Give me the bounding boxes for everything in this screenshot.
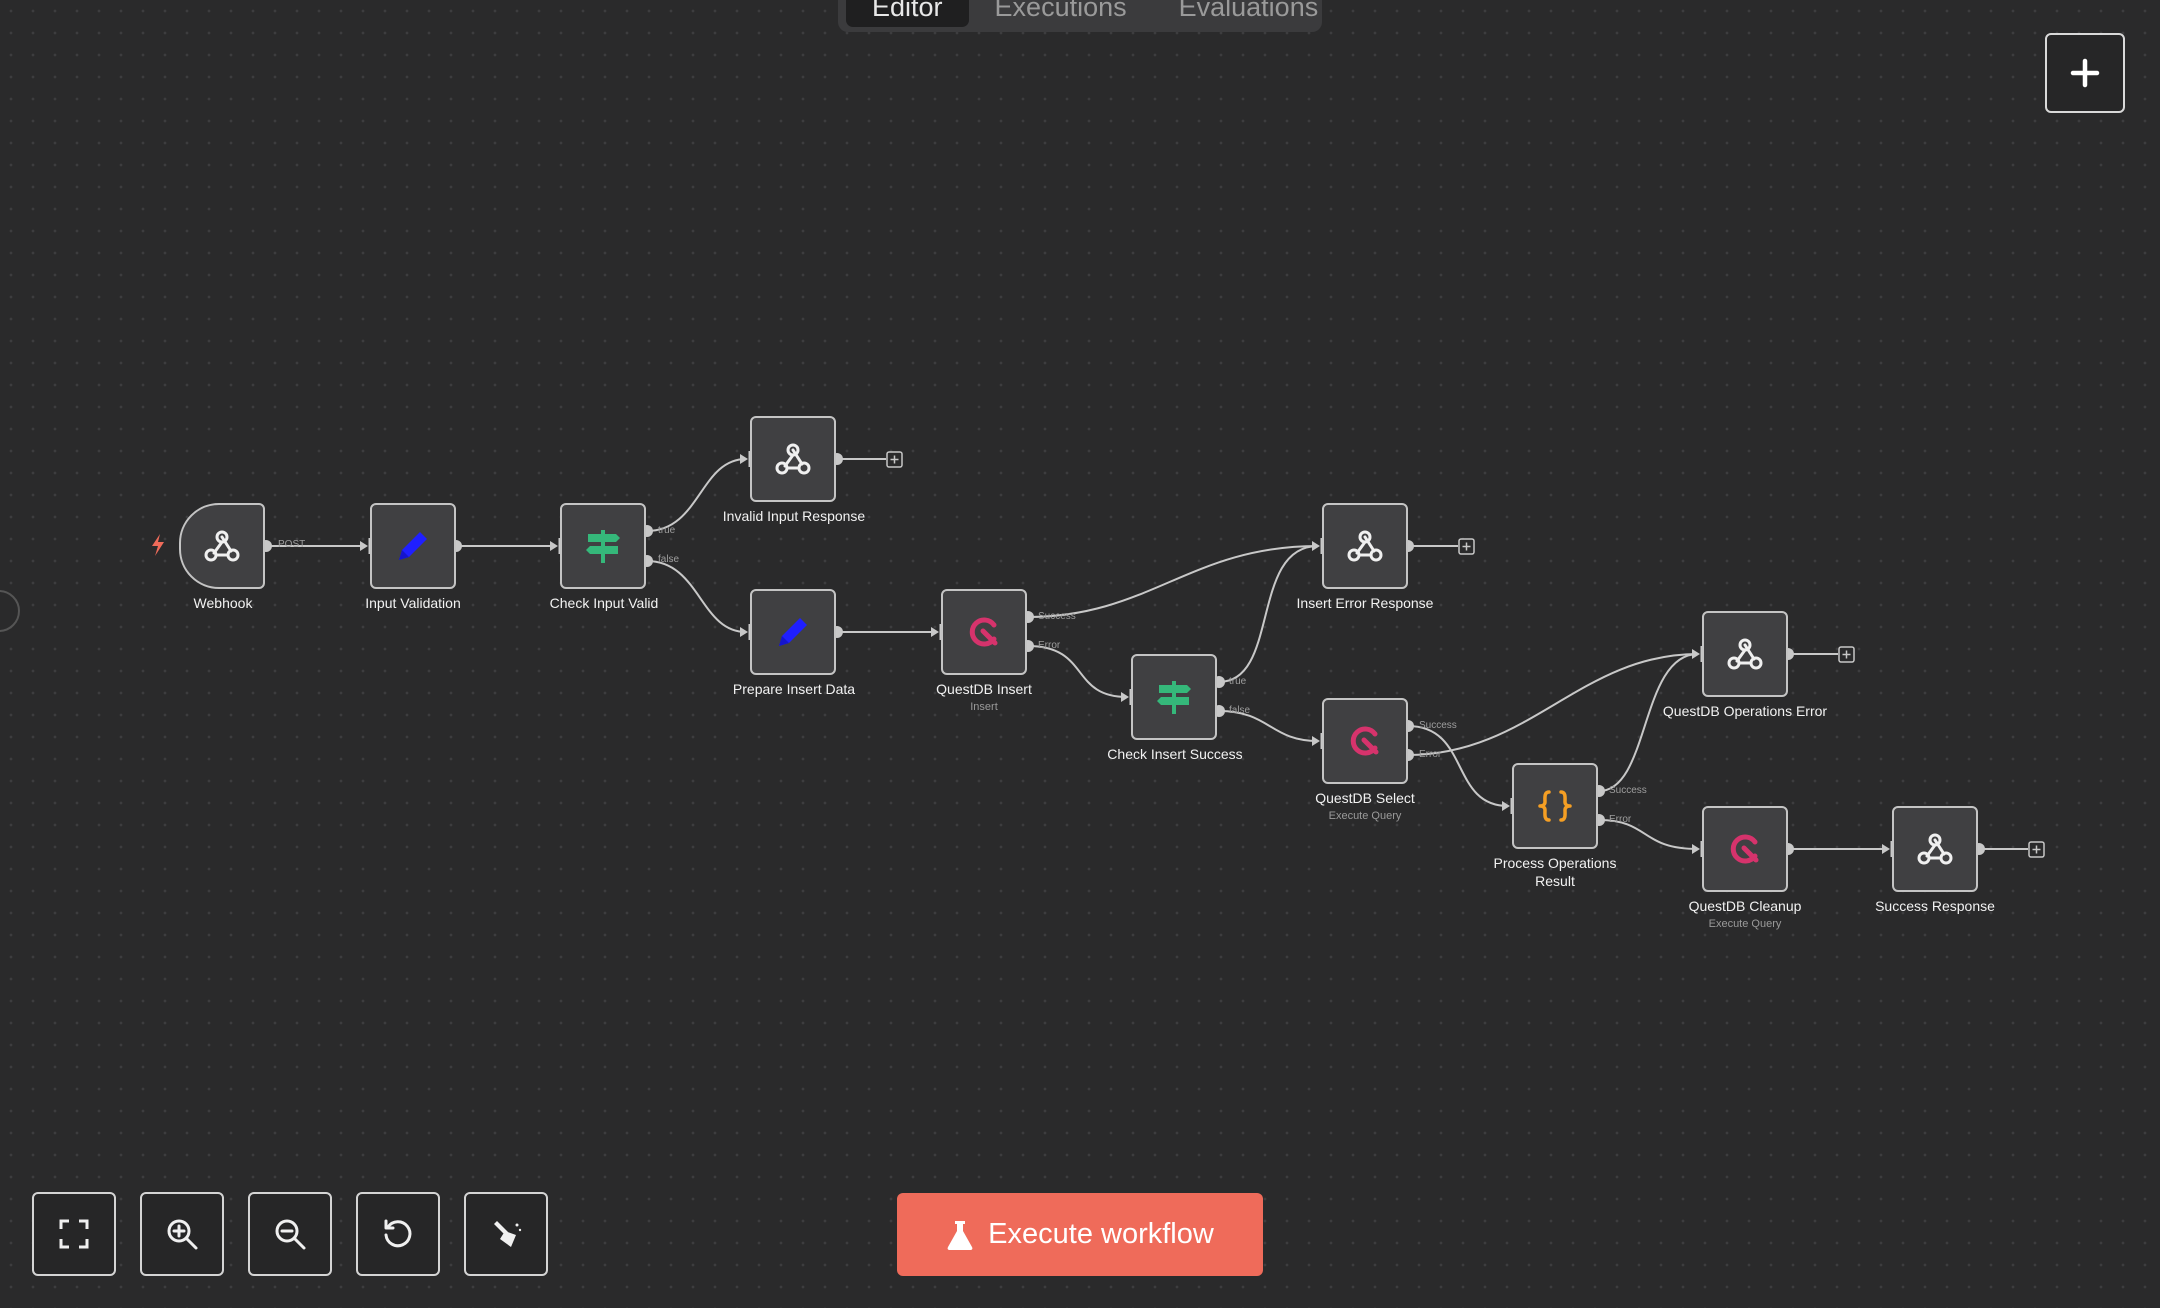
port-label-success: Success — [1609, 785, 1647, 796]
questdb-icon — [1350, 726, 1379, 756]
connections-layer — [260, 451, 2028, 857]
node-label: QuestDB Operations Error — [1662, 703, 1828, 719]
port-label-error: Error — [1609, 814, 1632, 825]
node-questdb-operations-error[interactable] — [1702, 611, 1788, 697]
node-label: QuestDB Insert — [936, 681, 1032, 697]
port-label-false: false — [1229, 705, 1251, 716]
code-braces-icon — [1538, 790, 1572, 822]
trigger-bolt-icon — [152, 534, 164, 556]
node-label: QuestDB Select — [1315, 790, 1415, 806]
node-prepare-insert-data[interactable] — [750, 589, 836, 675]
if-signpost-icon — [1157, 681, 1191, 714]
if-signpost-icon — [586, 530, 620, 563]
webhook-icon — [1727, 638, 1763, 670]
node-label: Check Input Valid — [549, 595, 659, 611]
connection — [1218, 545, 1319, 683]
node-invalid-input-response[interactable] — [750, 416, 836, 502]
execute-workflow-button[interactable]: Execute workflow — [897, 1193, 1263, 1276]
node-sublabel: Execute Query — [1328, 810, 1402, 822]
execute-workflow-label: Execute workflow — [988, 1218, 1214, 1250]
tab-evaluations[interactable]: Evaluations — [1153, 0, 1345, 27]
workflow-canvas[interactable]: POST Webhook Input Validation true false… — [0, 0, 2160, 1308]
view-tabs: Editor Executions Evaluations — [838, 0, 1322, 32]
add-node-icon[interactable] — [886, 451, 903, 468]
zoom-in-button[interactable] — [140, 1192, 224, 1276]
port-label-true: true — [1229, 676, 1247, 687]
questdb-icon — [1730, 834, 1759, 864]
webhook-icon — [1917, 833, 1953, 865]
node-label: Process Operations Result — [1435, 854, 1675, 890]
node-sublabel: Execute Query — [1708, 918, 1782, 930]
node-process-operations-result[interactable] — [1512, 763, 1598, 849]
zoom-out-button[interactable] — [248, 1192, 332, 1276]
port-label-true: true — [658, 525, 676, 536]
node-success-response[interactable] — [1892, 806, 1978, 892]
node-label: Check Insert Success — [1107, 746, 1243, 762]
connection — [1598, 653, 1699, 792]
zoom-in-icon — [167, 1219, 198, 1250]
tab-editor[interactable]: Editor — [846, 0, 969, 27]
questdb-icon — [969, 617, 998, 647]
webhook-icon — [1347, 530, 1383, 562]
fit-view-button[interactable] — [32, 1192, 116, 1276]
reset-zoom-icon — [384, 1219, 412, 1248]
add-node-button[interactable] — [2045, 33, 2125, 113]
port-label-error: Error — [1038, 640, 1061, 651]
port-label-success: Success — [1038, 611, 1076, 622]
node-label: Insert Error Response — [1296, 595, 1434, 611]
node-questdb-insert[interactable] — [941, 589, 1027, 675]
node-label-line: Result — [1535, 873, 1575, 889]
plus-icon — [2070, 58, 2100, 88]
port-label-error: Error — [1419, 749, 1442, 760]
port-label-post: POST — [278, 539, 306, 550]
node-label: Success Response — [1875, 898, 1995, 914]
fit-view-icon — [59, 1219, 89, 1249]
reset-zoom-button[interactable] — [356, 1192, 440, 1276]
add-node-icon[interactable] — [2028, 841, 2045, 858]
node-questdb-select[interactable] — [1322, 698, 1408, 784]
node-input-validation[interactable] — [370, 503, 456, 589]
tidy-up-icon — [494, 1221, 522, 1247]
node-sublabel: Insert — [970, 701, 998, 713]
pencil-icon — [779, 618, 807, 646]
zoom-out-icon — [275, 1219, 306, 1250]
tidy-up-button[interactable] — [464, 1192, 548, 1276]
tab-executions[interactable]: Executions — [969, 0, 1153, 27]
webhook-icon — [204, 530, 240, 562]
port-label-success: Success — [1419, 720, 1457, 731]
webhook-icon — [775, 443, 811, 475]
add-node-icon[interactable] — [1838, 646, 1855, 663]
node-label-line: Process Operations — [1493, 855, 1617, 871]
add-node-icon[interactable] — [1458, 538, 1475, 555]
node-webhook[interactable] — [179, 503, 265, 589]
pencil-icon — [399, 532, 427, 560]
node-questdb-cleanup[interactable] — [1702, 806, 1788, 892]
node-check-insert-success[interactable] — [1131, 654, 1217, 740]
port-label-false: false — [658, 554, 680, 565]
node-check-input-valid[interactable] — [560, 503, 646, 589]
node-insert-error-response[interactable] — [1322, 503, 1408, 589]
node-label: Invalid Input Response — [722, 508, 866, 524]
flask-icon — [947, 1220, 973, 1250]
